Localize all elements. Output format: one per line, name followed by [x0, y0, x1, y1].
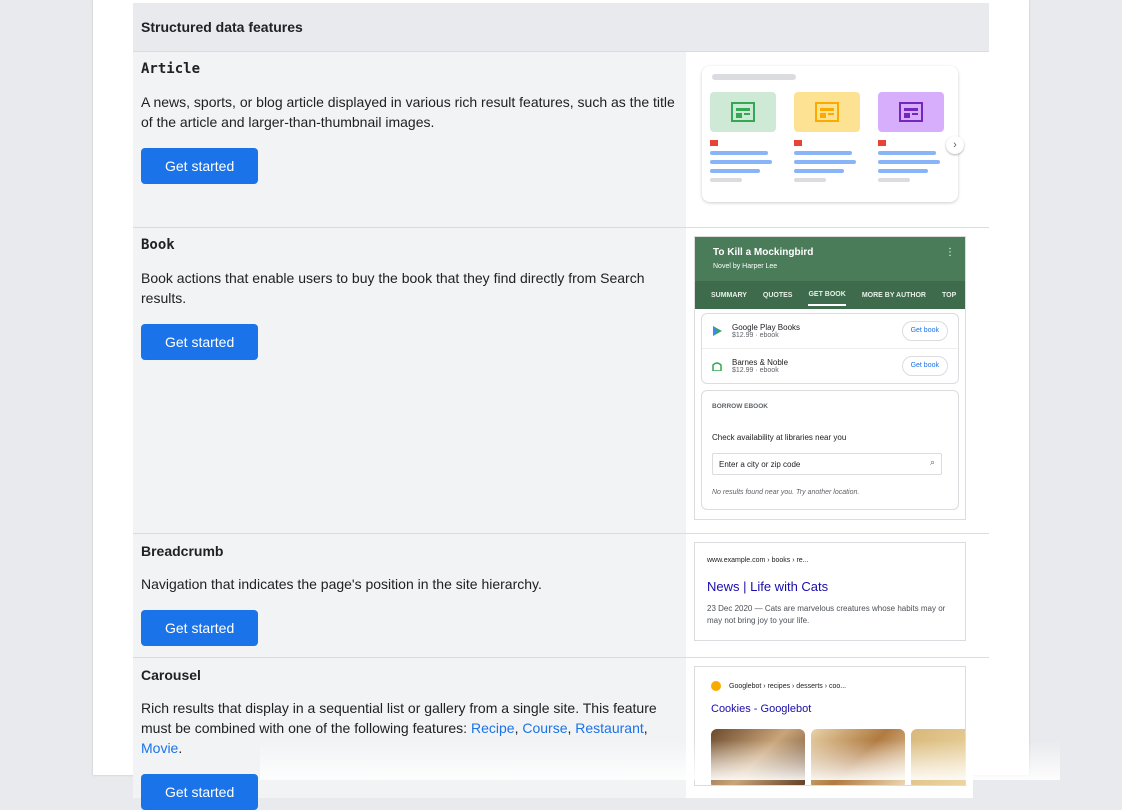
feature-description: Book actions that enable users to buy th… — [141, 270, 645, 306]
site-favicon-icon — [711, 681, 721, 691]
book-header: To Kill a Mockingbird Novel by Harper Le… — [695, 237, 965, 309]
table-header: Structured data features — [133, 3, 989, 52]
table-row: Book Book actions that enable users to b… — [133, 228, 989, 534]
link-movie[interactable]: Movie — [141, 740, 178, 756]
borrow-header: BORROW EBOOK — [712, 403, 768, 410]
barnes-noble-icon — [712, 362, 722, 371]
seller-price: $12.99 · ebook — [732, 332, 779, 339]
feature-preview-cell: www.example.com › books › re... News | L… — [686, 534, 973, 657]
bottom-fade — [260, 740, 1060, 780]
link-restaurant[interactable]: Restaurant — [575, 720, 643, 736]
preview-card — [794, 92, 860, 182]
seller-list: Google Play Books $12.99 · ebook Get boo… — [701, 313, 959, 384]
play-books-icon — [713, 326, 722, 336]
article-icon — [878, 92, 944, 132]
table-header-label: Structured data features — [141, 19, 303, 35]
feature-name: Article — [141, 61, 201, 77]
borrow-input: Enter a city or zip code — [712, 453, 942, 475]
article-icon — [794, 92, 860, 132]
borrow-note: No results found near you. Try another l… — [712, 489, 860, 496]
tab-get-book: GET BOOK — [808, 291, 846, 306]
preview-card — [710, 92, 776, 182]
get-book-button: Get book — [901, 321, 948, 341]
link-recipe[interactable]: Recipe — [471, 720, 515, 736]
table-row: Article A news, sports, or blog article … — [133, 52, 989, 228]
seller-name: Barnes & Noble — [732, 358, 789, 367]
feature-text-cell: Book Book actions that enable users to b… — [133, 228, 686, 533]
feature-text-cell: Article A news, sports, or blog article … — [133, 52, 686, 227]
feature-preview-cell: › — [686, 52, 973, 227]
tab-summary: SUMMARY — [711, 291, 747, 299]
tab-quotes: QUOTES — [762, 291, 793, 299]
feature-description: A news, sports, or blog article displaye… — [141, 94, 675, 130]
features-table: Structured data features Article A news,… — [133, 3, 989, 810]
get-started-button[interactable]: Get started — [141, 610, 259, 646]
book-preview-image: To Kill a Mockingbird Novel by Harper Le… — [694, 236, 966, 520]
breadcrumb-preview-image: www.example.com › books › re... News | L… — [694, 542, 966, 641]
seller-row: Google Play Books $12.99 · ebook Get boo… — [702, 314, 958, 349]
breadcrumb-url: www.example.com › books › re... — [707, 557, 809, 564]
get-book-button: Get book — [901, 356, 948, 376]
seller-price: $12.99 · ebook — [732, 367, 779, 374]
article-icon — [710, 92, 776, 132]
feature-name: Breadcrumb — [141, 543, 224, 559]
book-tabs: SUMMARY QUOTES GET BOOK MORE BY AUTHOR T… — [695, 281, 965, 309]
seller-name: Google Play Books — [732, 323, 801, 332]
table-row: Breadcrumb Navigation that indicates the… — [133, 534, 989, 658]
chevron-right-icon: › — [946, 136, 964, 154]
carousel-title: Cookies - Googlebot — [711, 703, 812, 715]
seller-row: Barnes & Noble $12.99 · ebook Get book — [702, 349, 958, 383]
feature-name: Book — [141, 237, 175, 253]
carousel-source: Googlebot › recipes › desserts › coo... — [711, 681, 846, 691]
book-subtitle: Novel by Harper Lee — [713, 263, 778, 270]
preview-card — [878, 92, 944, 182]
get-started-button[interactable]: Get started — [141, 148, 259, 184]
tab-more-by-author: MORE BY AUTHOR — [861, 291, 926, 299]
borrow-panel: BORROW EBOOK Check availability at libra… — [701, 390, 959, 510]
tab-top: TOP — [941, 291, 957, 299]
search-icon: ⌕ — [930, 457, 936, 467]
link-course[interactable]: Course — [522, 720, 567, 736]
preview-bar — [712, 74, 796, 80]
feature-preview-cell: To Kill a Mockingbird Novel by Harper Le… — [686, 228, 973, 533]
carousel-source-text: Googlebot › recipes › desserts › coo... — [729, 682, 847, 690]
page: Structured data features Article A news,… — [93, 0, 1029, 810]
article-preview-image: › — [702, 66, 964, 202]
feature-description: Navigation that indicates the page's pos… — [141, 576, 542, 592]
get-started-button[interactable]: Get started — [141, 324, 259, 360]
more-vert-icon: ⋮ — [945, 247, 955, 258]
book-title: To Kill a Mockingbird — [713, 247, 814, 258]
get-started-button[interactable]: Get started — [141, 774, 259, 810]
breadcrumb-snippet: 23 Dec 2020 — Cats are marvelous creatur… — [707, 604, 946, 625]
feature-name: Carousel — [141, 667, 201, 683]
borrow-question: Check availability at libraries near you — [712, 433, 847, 442]
feature-text-cell: Breadcrumb Navigation that indicates the… — [133, 534, 686, 657]
breadcrumb-title: News | Life with Cats — [707, 579, 829, 594]
